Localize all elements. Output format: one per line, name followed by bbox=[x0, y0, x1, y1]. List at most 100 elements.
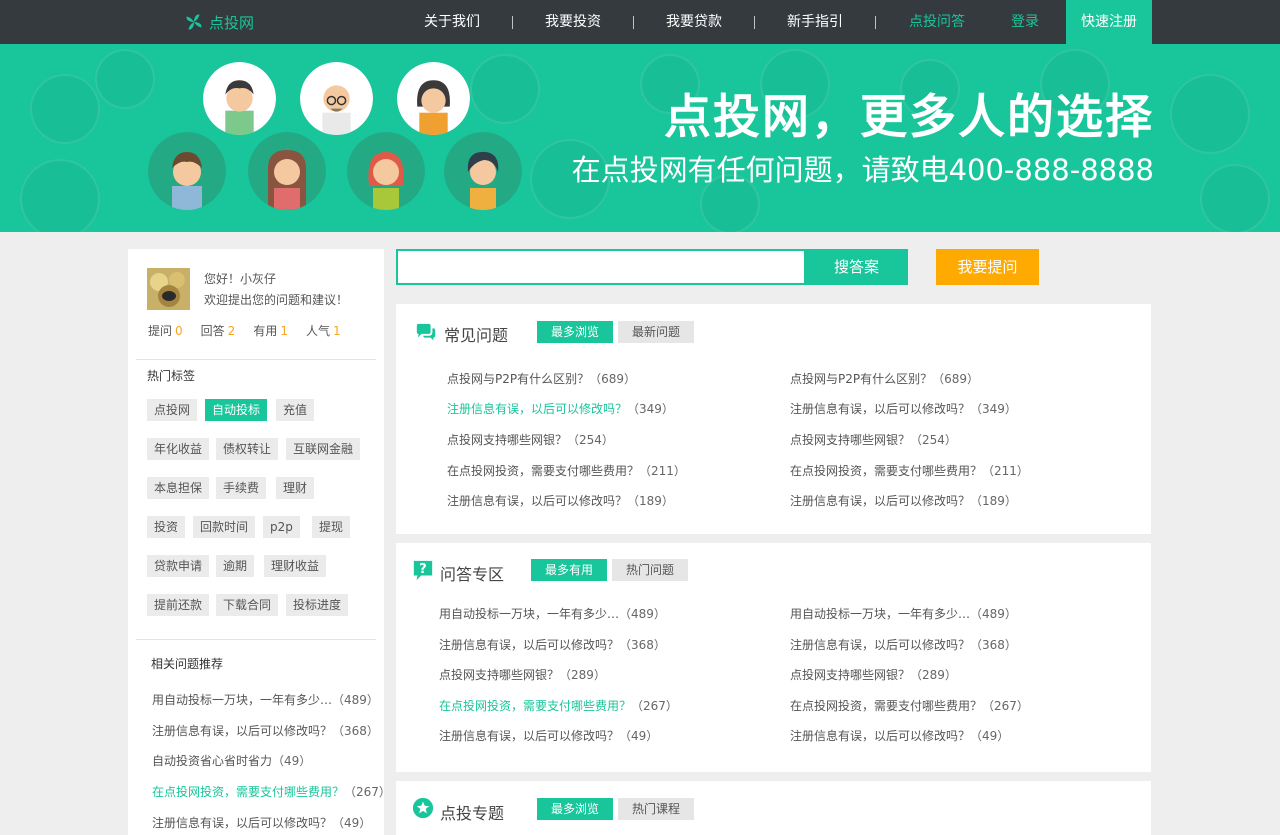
stat-questions[interactable]: 提问 0 bbox=[148, 324, 183, 338]
brand-name: 点投网 bbox=[209, 13, 255, 32]
background-person-icon bbox=[1170, 74, 1250, 154]
register-button[interactable]: 快速注册 bbox=[1066, 0, 1152, 44]
question-count: （489） bbox=[332, 693, 379, 707]
qa-question-link[interactable]: 点投网支持哪些网银？（289） bbox=[790, 666, 957, 683]
tag-item[interactable]: 贷款申请 bbox=[147, 555, 210, 577]
tag-item[interactable]: 投标进度 bbox=[286, 594, 349, 616]
banner-subtitle: 在点投网有任何问题，请致电400-888-8888 bbox=[571, 153, 1154, 187]
question-mark-icon: ? bbox=[413, 560, 433, 581]
brand-logo[interactable]: 点投网 bbox=[183, 10, 254, 34]
tag-item[interactable]: 理财收益 bbox=[264, 555, 327, 577]
faq-question-link[interactable]: 点投网与P2P有什么区别？（689） bbox=[447, 370, 636, 387]
qa-question-link[interactable]: 注册信息有误，以后可以修改吗？（49） bbox=[790, 727, 1009, 744]
stat-label: 人气 bbox=[305, 324, 330, 338]
question-count: （211） bbox=[982, 464, 1029, 478]
qa-question-link-highlighted[interactable]: 在点投网投资，需要支付哪些费用？（267） bbox=[439, 697, 678, 714]
faq-question-link[interactable]: 注册信息有误，以后可以修改吗？（349） bbox=[790, 400, 1017, 417]
faq-question-link[interactable]: 注册信息有误，以后可以修改吗？（189） bbox=[447, 492, 674, 509]
tag-item[interactable]: 提前还款 bbox=[147, 594, 210, 616]
faq-question-link[interactable]: 点投网与P2P有什么区别？（689） bbox=[790, 370, 979, 387]
nav-divider bbox=[754, 16, 755, 29]
faq-title: 常见问题 bbox=[444, 326, 509, 345]
tab-most-viewed[interactable]: 最多浏览 bbox=[537, 321, 613, 343]
question-count: （49） bbox=[272, 754, 312, 768]
tag-item[interactable]: 回款时间 bbox=[193, 516, 256, 538]
qa-question-link[interactable]: 注册信息有误，以后可以修改吗？（368） bbox=[439, 636, 666, 653]
qa-question-link[interactable]: 用自动投标一万块，一年有多少…（489） bbox=[439, 605, 666, 622]
qa-question-link[interactable]: 用自动投标一万块，一年有多少…（489） bbox=[790, 605, 1017, 622]
search-input[interactable] bbox=[398, 251, 804, 283]
question-count: （289） bbox=[559, 668, 606, 682]
question-count: （189） bbox=[627, 494, 674, 508]
stat-useful[interactable]: 有用 1 bbox=[253, 324, 288, 338]
qa-question-link[interactable]: 注册信息有误，以后可以修改吗？（368） bbox=[790, 636, 1017, 653]
question-text: 注册信息有误，以后可以修改吗？ bbox=[790, 494, 971, 508]
tag-item-active[interactable]: 自动投标 bbox=[205, 399, 268, 421]
related-question-link[interactable]: 用自动投标一万块，一年有多少…（489） bbox=[152, 691, 379, 708]
tag-item[interactable]: 逾期 bbox=[216, 555, 255, 577]
faq-question-link[interactable]: 在点投网投资，需要支付哪些费用？（211） bbox=[447, 462, 686, 479]
login-link[interactable]: 登录 bbox=[1000, 0, 1050, 44]
question-count: （254） bbox=[910, 433, 957, 447]
tag-item[interactable]: 点投网 bbox=[147, 399, 198, 421]
question-count: （489） bbox=[970, 607, 1017, 621]
question-text: 自动投资省心省时省力 bbox=[152, 754, 273, 768]
tag-item[interactable]: 本息担保 bbox=[147, 477, 210, 499]
nav-invest[interactable]: 我要投资 bbox=[517, 0, 629, 44]
related-question-link[interactable]: 自动投资省心省时省力（49） bbox=[152, 752, 311, 769]
faq-question-link[interactable]: 点投网支持哪些网银？（254） bbox=[447, 431, 614, 448]
related-questions-heading: 相关问题推荐 bbox=[151, 657, 224, 671]
tag-item[interactable]: p2p bbox=[263, 516, 300, 538]
question-count: （189） bbox=[970, 494, 1017, 508]
tag-item[interactable]: 投资 bbox=[147, 516, 186, 538]
faq-question-link[interactable]: 注册信息有误，以后可以修改吗？（189） bbox=[790, 492, 1017, 509]
question-text: 注册信息有误，以后可以修改吗？ bbox=[790, 402, 971, 416]
qa-question-link[interactable]: 点投网支持哪些网银？（289） bbox=[439, 666, 606, 683]
related-question-link[interactable]: 注册信息有误，以后可以修改吗？（368） bbox=[152, 722, 379, 739]
tab-hot-courses[interactable]: 热门课程 bbox=[618, 798, 694, 820]
nav-qa[interactable]: 点投问答 bbox=[881, 0, 993, 44]
tag-item[interactable]: 互联网金融 bbox=[286, 438, 361, 460]
nav-about-us[interactable]: 关于我们 bbox=[396, 0, 508, 44]
question-count: （489） bbox=[619, 607, 666, 621]
question-text: 点投网支持哪些网银？ bbox=[447, 433, 568, 447]
tag-item[interactable]: 充值 bbox=[276, 399, 315, 421]
tag-item[interactable]: 债权转让 bbox=[216, 438, 279, 460]
question-text: 在点投网投资，需要支付哪些费用？ bbox=[152, 785, 345, 799]
topics-panel: 点投专题 最多浏览 热门课程 bbox=[396, 781, 1151, 835]
tag-item[interactable]: 理财 bbox=[276, 477, 315, 499]
ask-question-button[interactable]: 我要提问 bbox=[936, 249, 1039, 285]
avatar-woman-icon bbox=[248, 132, 326, 210]
question-count: （267） bbox=[344, 785, 391, 799]
avatar-woman-icon bbox=[397, 62, 470, 135]
avatar-man-icon bbox=[148, 132, 226, 210]
question-text: 注册信息有误，以后可以修改吗？ bbox=[439, 638, 620, 652]
stat-answers[interactable]: 回答 2 bbox=[201, 324, 236, 338]
faq-question-link-highlighted[interactable]: 注册信息有误，以后可以修改吗？（349） bbox=[447, 400, 674, 417]
qa-question-link[interactable]: 在点投网投资，需要支付哪些费用？（267） bbox=[790, 697, 1029, 714]
faq-question-link[interactable]: 在点投网投资，需要支付哪些费用？（211） bbox=[790, 462, 1029, 479]
tag-item[interactable]: 年化收益 bbox=[147, 438, 210, 460]
related-question-link[interactable]: 注册信息有误，以后可以修改吗？（49） bbox=[152, 814, 371, 831]
stat-value: 0 bbox=[175, 324, 183, 338]
nav-loan[interactable]: 我要贷款 bbox=[638, 0, 750, 44]
stat-label: 有用 bbox=[253, 324, 278, 338]
tag-item[interactable]: 手续费 bbox=[216, 477, 267, 499]
tab-most-viewed[interactable]: 最多浏览 bbox=[537, 798, 613, 820]
question-text: 点投网与P2P有什么区别？ bbox=[447, 372, 590, 386]
faq-question-link[interactable]: 点投网支持哪些网银？（254） bbox=[790, 431, 957, 448]
nav-beginner-guide[interactable]: 新手指引 bbox=[759, 0, 871, 44]
question-text: 在点投网投资，需要支付哪些费用？ bbox=[790, 464, 983, 478]
search-answers-button[interactable]: 搜答案 bbox=[805, 249, 908, 285]
tab-most-useful[interactable]: 最多有用 bbox=[531, 559, 607, 581]
tab-hot-questions[interactable]: 热门问题 bbox=[612, 559, 688, 581]
tag-item[interactable]: 下载合同 bbox=[216, 594, 279, 616]
related-question-link-highlighted[interactable]: 在点投网投资，需要支付哪些费用？（267） bbox=[152, 783, 391, 800]
nav-divider bbox=[633, 16, 634, 29]
stat-popularity[interactable]: 人气 1 bbox=[306, 324, 341, 338]
user-avatar[interactable] bbox=[147, 268, 190, 310]
question-count: （368） bbox=[332, 724, 379, 738]
tab-latest-questions[interactable]: 最新问题 bbox=[618, 321, 694, 343]
qa-question-link[interactable]: 注册信息有误，以后可以修改吗？（49） bbox=[439, 727, 658, 744]
tag-item[interactable]: 提现 bbox=[312, 516, 351, 538]
